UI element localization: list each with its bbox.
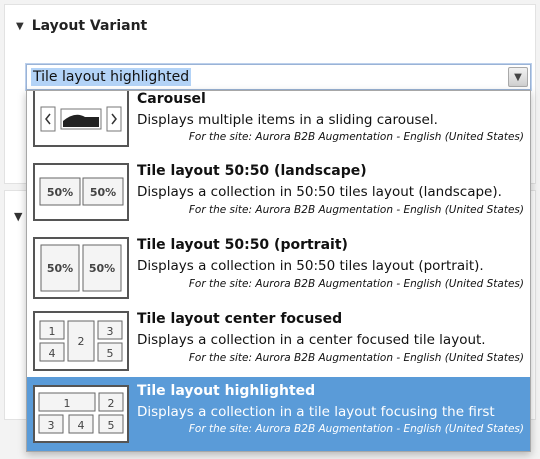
option-site: For the site: Aurora B2B Augmentation - …: [188, 278, 524, 290]
tiles-5050-portrait-icon: 50% 50%: [33, 237, 129, 299]
option-description: Displays multiple items in a sliding car…: [137, 112, 438, 128]
section-title: Layout Variant: [31, 18, 148, 34]
tile-label: 50%: [47, 262, 73, 275]
tile-label: 50%: [90, 186, 116, 199]
option-tile-5050-landscape[interactable]: 50% 50% Tile layout 50:50 (landscape) Di…: [27, 157, 530, 229]
option-title: Tile layout 50:50 (portrait): [137, 237, 348, 253]
option-site: For the site: Aurora B2B Augmentation - …: [188, 423, 524, 435]
option-site: For the site: Aurora B2B Augmentation - …: [188, 204, 524, 216]
option-carousel[interactable]: Carousel Displays multiple items in a sl…: [27, 91, 530, 155]
collapse-arrow-icon[interactable]: ▼: [14, 210, 22, 223]
option-tile-highlighted[interactable]: 1 2 3 4 5 Tile layout highlighted Displa…: [27, 377, 530, 451]
tile-label: 4: [78, 419, 85, 432]
tile-label: 5: [108, 419, 115, 432]
tile-label: 50%: [89, 262, 115, 275]
tiles-center-focused-icon: 1 2 3 4 5: [33, 311, 129, 371]
option-description: Displays a collection in a center focuse…: [137, 332, 486, 348]
option-description: Displays a collection in 50:50 tiles lay…: [137, 184, 502, 200]
tile-label: 50%: [47, 186, 73, 199]
tile-label: 3: [48, 419, 55, 432]
tile-label: 2: [108, 397, 115, 410]
section-header[interactable]: ▼ Layout Variant: [16, 18, 147, 34]
option-title: Tile layout center focused: [137, 311, 343, 327]
option-description: Displays a collection in a tile layout f…: [137, 404, 495, 420]
select-value: Tile layout highlighted: [31, 68, 192, 86]
option-title: Tile layout highlighted: [137, 383, 316, 399]
tile-label: 3: [107, 325, 114, 338]
option-tile-5050-portrait[interactable]: 50% 50% Tile layout 50:50 (portrait) Dis…: [27, 231, 530, 303]
tile-label: 2: [78, 335, 85, 348]
option-site: For the site: Aurora B2B Augmentation - …: [188, 131, 524, 143]
option-tile-center-focused[interactable]: 1 2 3 4 5 Tile layout center focused Dis…: [27, 305, 530, 377]
carousel-icon: [33, 91, 129, 147]
tile-label: 1: [64, 397, 71, 410]
tile-label: 4: [49, 347, 56, 360]
expand-triangle-icon[interactable]: ▼: [16, 21, 24, 32]
tile-label: 1: [49, 325, 56, 338]
option-site: For the site: Aurora B2B Augmentation - …: [188, 352, 524, 364]
option-title: Tile layout 50:50 (landscape): [137, 163, 367, 179]
tile-label: 5: [107, 347, 114, 360]
tiles-highlighted-icon: 1 2 3 4 5: [33, 385, 129, 443]
option-description: Displays a collection in 50:50 tiles lay…: [137, 258, 484, 274]
option-title: Carousel: [137, 91, 206, 107]
layout-variant-dropdown: Carousel Displays multiple items in a sl…: [26, 90, 531, 452]
tiles-5050-landscape-icon: 50% 50%: [33, 163, 129, 221]
dropdown-arrow-icon[interactable]: ▼: [508, 67, 528, 87]
layout-variant-select[interactable]: Tile layout highlighted ▼: [26, 64, 531, 90]
